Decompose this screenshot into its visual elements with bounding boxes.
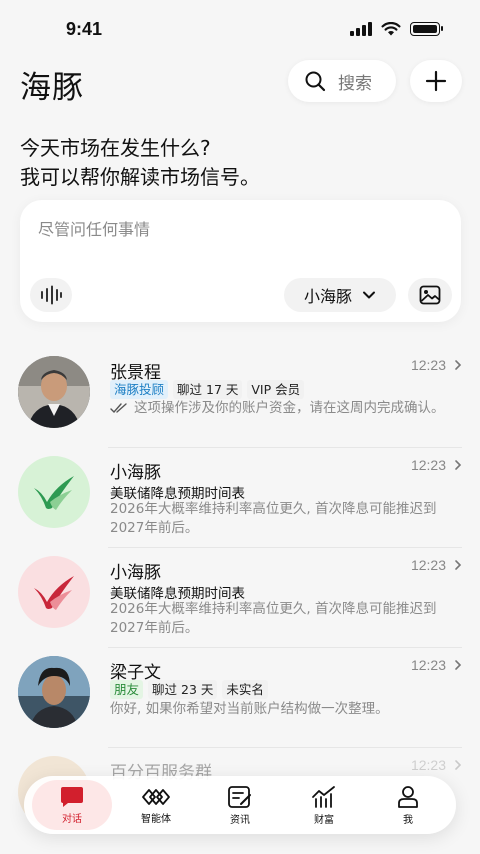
- conversation-item[interactable]: 梁子文 12:23 朋友 聊过 23 天 未实名 你好, 如果你希望对当前账户结…: [0, 648, 480, 748]
- battery-icon: [410, 22, 443, 36]
- intro-text: 今天市场在发生什么? 我可以帮你解读市场信号。: [20, 134, 260, 192]
- intro-line-2: 我可以帮你解读市场信号。: [20, 165, 260, 189]
- double-check-icon: [110, 403, 127, 413]
- dolphin-logo-green: [34, 476, 74, 510]
- status-bar: 9:41: [0, 0, 480, 58]
- conversation-time: 12:23: [410, 657, 446, 673]
- plus-icon: [425, 70, 447, 92]
- message-subject: 美联储降息预期时间表: [110, 486, 245, 502]
- status-icons: [350, 22, 443, 36]
- tag-friend: 朋友: [110, 680, 144, 699]
- conversation-item[interactable]: 小海豚 12:23 美联储降息预期时间表 2026年大概率维持利率高位更久, 首…: [0, 448, 480, 548]
- tab-label: 我: [403, 814, 413, 826]
- conversation-list: 张景程 12:23 海豚投顾 聊过 17 天 VIP 会员 这项操作涉及你的账户…: [0, 348, 480, 848]
- profile-icon: [398, 785, 418, 808]
- message-subject: 美联储降息预期时间表: [110, 586, 245, 602]
- tab-label: 财富: [314, 814, 334, 826]
- dolphin-logo-red: [34, 576, 74, 610]
- conversation-time: 12:23: [410, 457, 446, 473]
- tab-label: 智能体: [141, 813, 171, 825]
- tag-chat-days: 聊过 17 天: [173, 380, 243, 399]
- chevron-right-icon: [455, 360, 462, 370]
- ask-input-card[interactable]: 尽管问任何事情 小海豚: [20, 200, 461, 322]
- contact-tags: 朋友 聊过 23 天 未实名: [110, 680, 268, 699]
- wealth-icon: [312, 785, 335, 808]
- intro-line-1: 今天市场在发生什么?: [20, 136, 211, 160]
- header: 海豚 搜索: [0, 58, 480, 106]
- app-title: 海豚: [20, 70, 84, 106]
- tab-agents[interactable]: 智能体: [116, 780, 196, 830]
- tag-verification: 未实名: [222, 680, 268, 699]
- avatar: [18, 356, 90, 428]
- message-preview: 你好, 如果你希望对当前账户结构做一次整理。: [110, 701, 389, 717]
- avatar: [18, 556, 90, 628]
- add-button[interactable]: [410, 60, 462, 102]
- chevron-down-icon: [363, 291, 375, 299]
- news-icon: [228, 785, 251, 808]
- bottom-tab-bar: 对话 智能体 资讯 财富 我: [24, 776, 456, 834]
- search-icon: [305, 71, 326, 92]
- tab-wealth[interactable]: 财富: [284, 780, 364, 830]
- tag-advisor: 海豚投顾: [110, 380, 169, 399]
- status-time: 9:41: [66, 18, 103, 39]
- search-label: 搜索: [338, 73, 372, 94]
- chevron-right-icon: [455, 460, 462, 470]
- avatar: [18, 456, 90, 528]
- signal-icon: [350, 22, 372, 36]
- chevron-right-icon: [455, 660, 462, 670]
- waveform-icon: [41, 285, 62, 305]
- tab-news[interactable]: 资讯: [200, 780, 280, 830]
- search-button[interactable]: 搜索: [288, 60, 396, 102]
- wifi-icon: [381, 22, 401, 36]
- message-preview: 2026年大概率维持利率高位更久, 首次降息可能推迟到2027年前后。: [110, 501, 437, 536]
- message-preview-text: 这项操作涉及你的账户资金，请在这周内完成确认。: [134, 400, 445, 416]
- conversation-item[interactable]: 小海豚 12:23 美联储降息预期时间表 2026年大概率维持利率高位更久, 首…: [0, 548, 480, 648]
- conversation-time: 12:23: [410, 757, 446, 773]
- contact-name: 小海豚: [110, 563, 161, 583]
- avatar: [18, 656, 90, 728]
- message-preview: 这项操作涉及你的账户资金，请在这周内完成确认。: [110, 399, 460, 418]
- image-icon: [419, 285, 441, 305]
- agent-icon: [142, 788, 170, 805]
- tab-profile[interactable]: 我: [368, 780, 448, 830]
- tab-chat[interactable]: 对话: [32, 780, 112, 830]
- model-selector[interactable]: 小海豚: [284, 278, 396, 312]
- tag-chat-days: 聊过 23 天: [148, 680, 218, 699]
- message-preview: 2026年大概率维持利率高位更久, 首次降息可能推迟到2027年前后。: [110, 601, 437, 636]
- chat-icon: [61, 786, 83, 807]
- conversation-time: 12:23: [410, 357, 446, 373]
- contact-tags: 海豚投顾 聊过 17 天 VIP 会员: [110, 380, 305, 399]
- image-upload-button[interactable]: [408, 278, 452, 312]
- chevron-right-icon: [455, 760, 462, 770]
- chevron-right-icon: [455, 560, 462, 570]
- conversation-item[interactable]: 张景程 12:23 海豚投顾 聊过 17 天 VIP 会员 这项操作涉及你的账户…: [0, 348, 480, 448]
- tag-membership: VIP 会员: [247, 380, 305, 399]
- voice-input-button[interactable]: [30, 278, 72, 312]
- tab-label: 资讯: [230, 814, 250, 826]
- contact-name: 小海豚: [110, 463, 161, 483]
- model-label: 小海豚: [303, 287, 352, 306]
- conversation-time: 12:23: [410, 557, 446, 573]
- tab-label: 对话: [62, 813, 82, 825]
- ask-input-placeholder[interactable]: 尽管问任何事情: [38, 216, 150, 240]
